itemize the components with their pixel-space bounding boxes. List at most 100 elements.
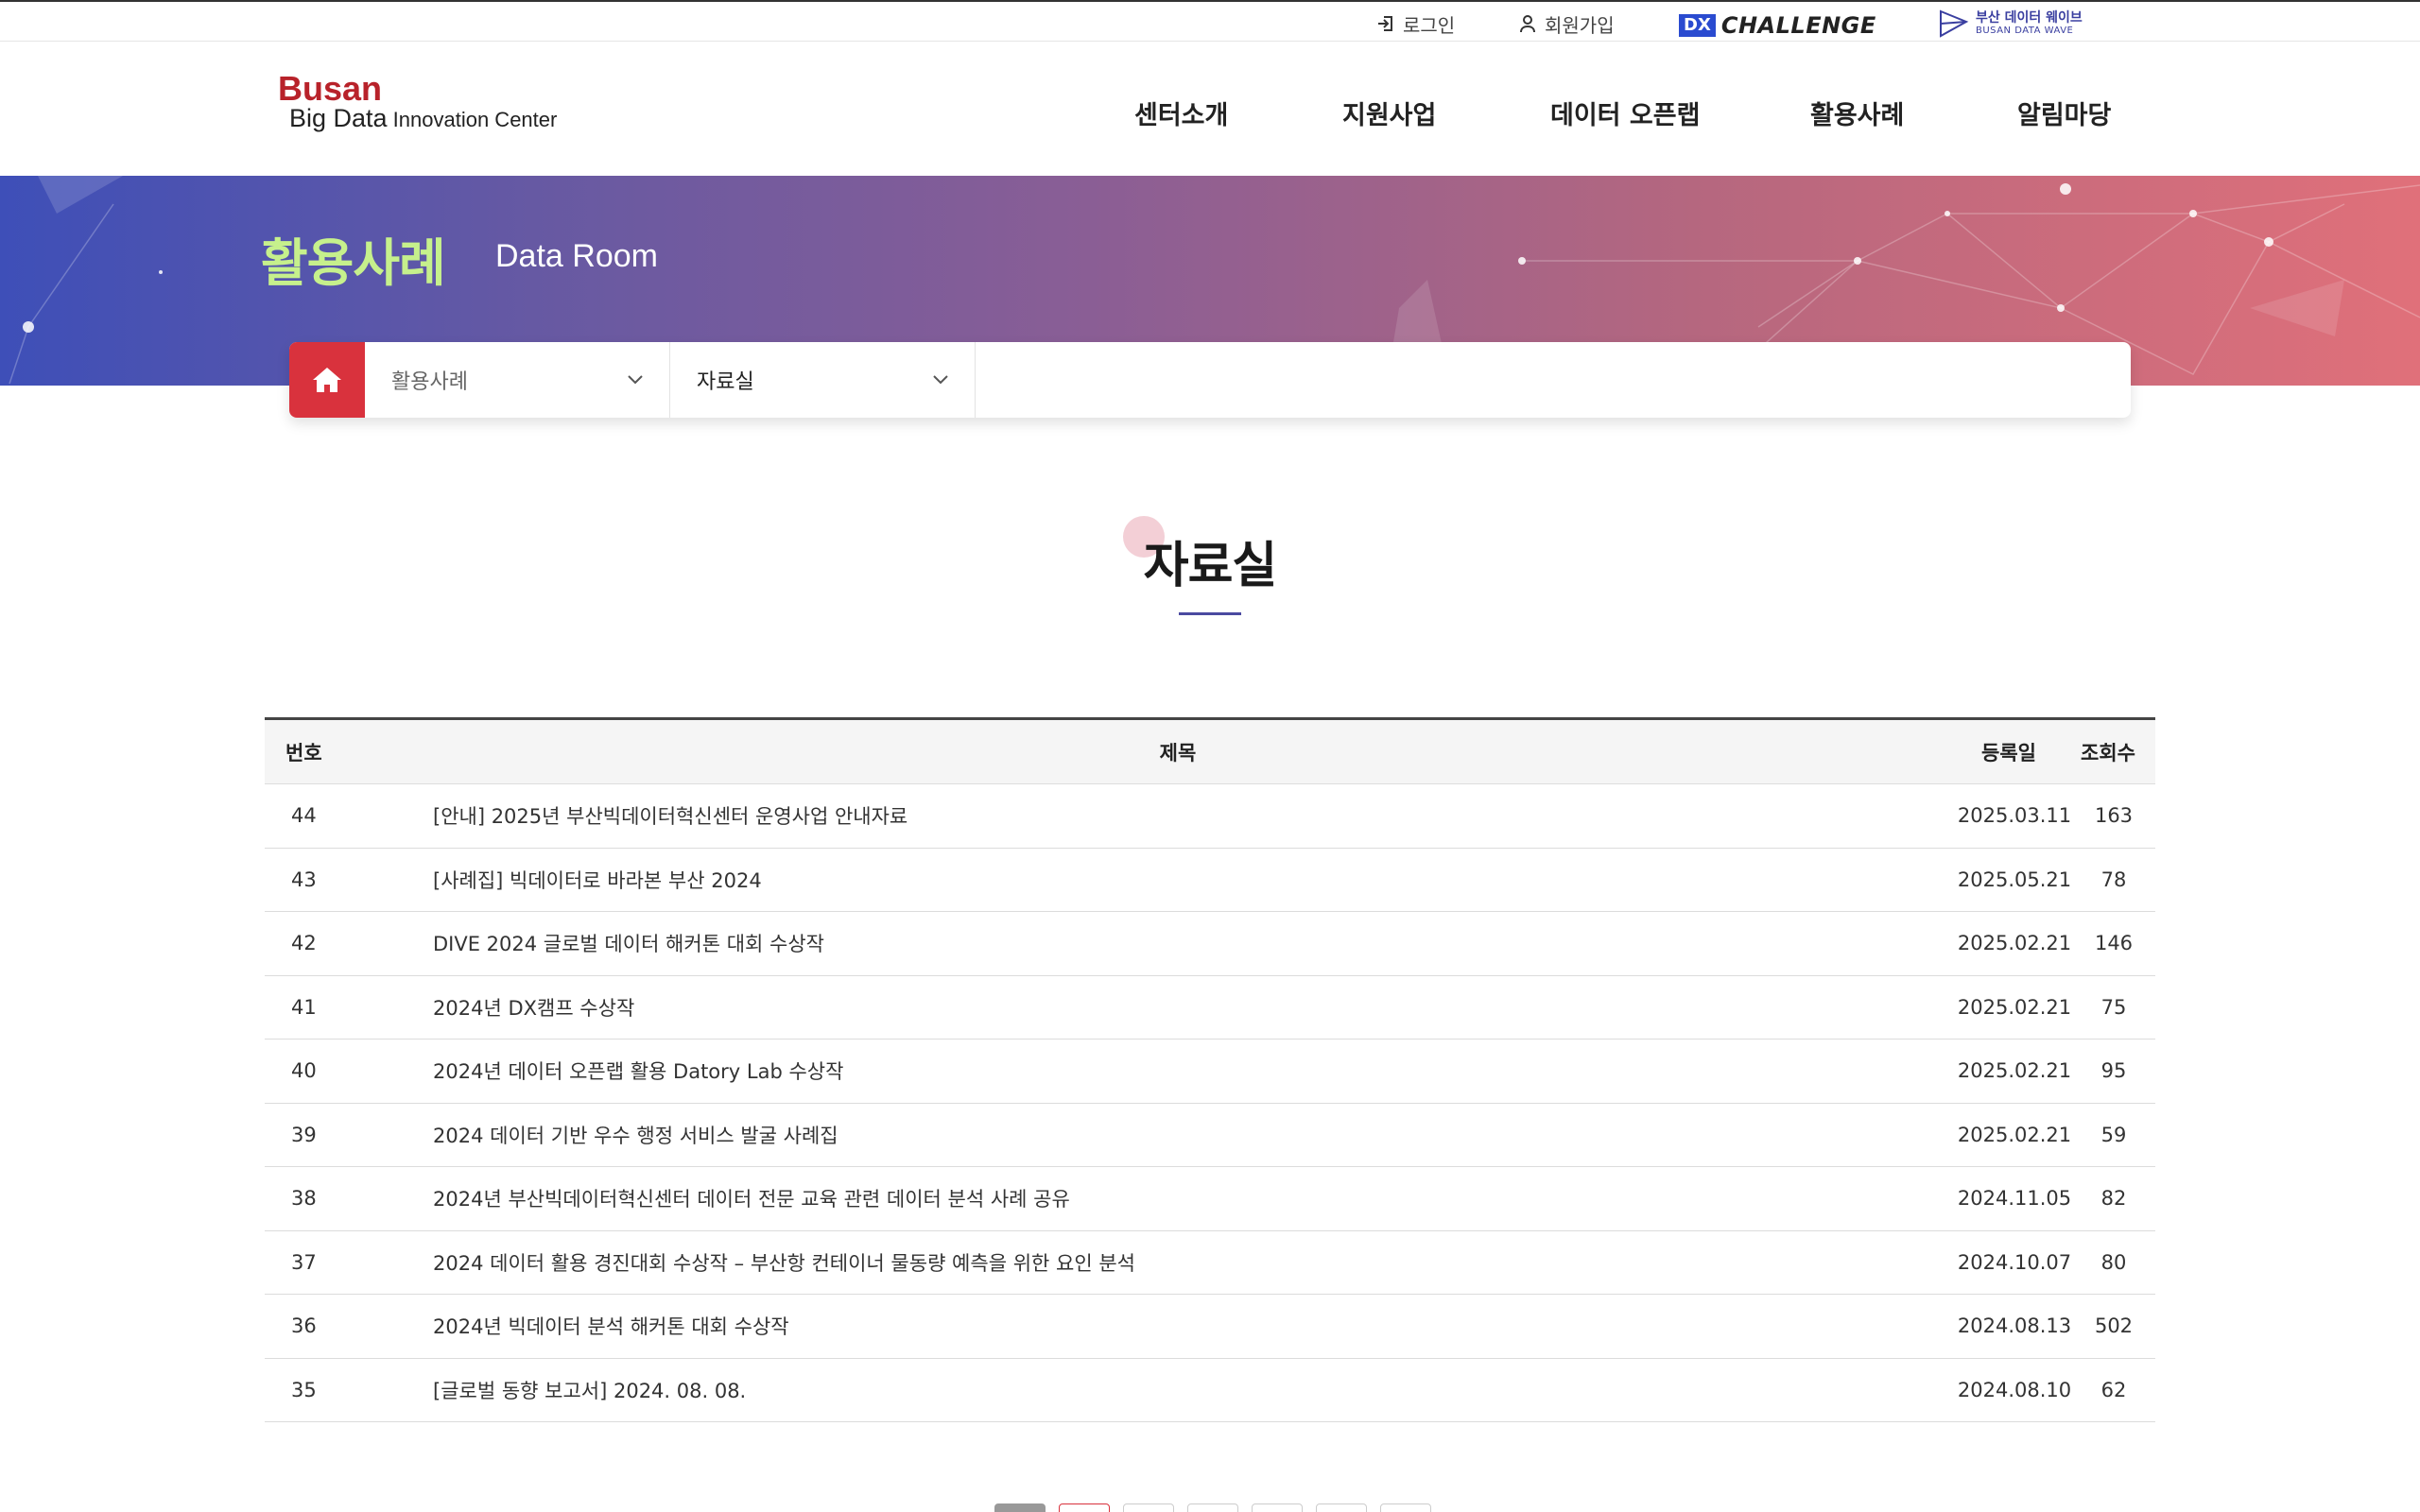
table-row[interactable]: 37 2024 데이터 활용 경진대회 수상작 – 부산항 컨테이너 물동량 예측… (265, 1231, 2155, 1295)
row-title-link[interactable]: [글로벌 동향 보고서] 2024. 08. 08. (399, 1376, 1957, 1404)
row-views: 80 (2100, 1250, 2127, 1274)
login-label: 로그인 (1403, 13, 1456, 37)
row-title-link[interactable]: [사례집] 빅데이터로 바라본 부산 2024 (399, 866, 1957, 894)
logo-big-data: Big Data (289, 104, 388, 132)
row-title-link[interactable]: [안내] 2025년 부산빅데이터혁신센터 운영사업 안내자료 (399, 801, 1957, 830)
top-utility-bar: 로그인 회원가입 DX CHALLENGE 부산 데이터 웨이브 BUSAN D… (0, 0, 2420, 42)
row-views: 502 (2094, 1314, 2134, 1338)
row-views: 82 (2100, 1187, 2127, 1211)
dx-challenge-link[interactable]: DX CHALLENGE (1679, 12, 1876, 39)
page-button[interactable] (1252, 1503, 1303, 1512)
data-wave-korean: 부산 데이터 웨이브 (1976, 10, 2083, 26)
row-date: 2025.03.11 (1957, 804, 2072, 828)
row-date: 2025.02.21 (1957, 1123, 2072, 1146)
table-row[interactable]: 35 [글로벌 동향 보고서] 2024. 08. 08. 2024.08.10 62 (265, 1359, 2155, 1422)
site-logo[interactable]: Busan Big Data Innovation Center (278, 72, 557, 132)
table-row[interactable]: 43 [사례집] 빅데이터로 바라본 부산 2024 2025.05.21 78 (265, 849, 2155, 912)
row-num: 40 (291, 1059, 317, 1083)
table-header: 번호 제목 등록일 조회수 (265, 720, 2155, 784)
row-num: 39 (291, 1123, 317, 1146)
table-row[interactable]: 39 2024 데이터 기반 우수 행정 서비스 발굴 사례집 2025.02.21… (265, 1104, 2155, 1167)
table-row[interactable]: 41 2024년 DX캠프 수상작 2025.02.21 75 (265, 976, 2155, 1040)
site-header: Busan Big Data Innovation Center 센터소개 지원… (0, 42, 2420, 176)
join-label: 회원가입 (1545, 13, 1615, 37)
login-link[interactable]: 로그인 (1376, 11, 1456, 37)
row-views: 62 (2100, 1378, 2127, 1401)
logo-busan: Busan (278, 69, 383, 108)
row-views: 75 (2100, 995, 2127, 1019)
page-button[interactable] (1123, 1503, 1174, 1512)
table-row[interactable]: 42 DIVE 2024 글로벌 데이터 해커톤 대회 수상작 2025.02.21… (265, 912, 2155, 976)
page-button[interactable] (1380, 1503, 1431, 1512)
login-icon (1378, 16, 1392, 31)
header-views: 조회수 (2081, 741, 2135, 765)
row-views: 78 (2100, 868, 2127, 891)
row-num: 38 (291, 1187, 317, 1211)
table-row[interactable]: 38 2024년 부산빅데이터혁신센터 데이터 전문 교육 관련 데이터 분석 사… (265, 1167, 2155, 1231)
header-title: 제목 (1159, 741, 1197, 765)
busan-data-wave-link[interactable]: 부산 데이터 웨이브 BUSAN DATA WAVE (1938, 9, 2083, 39)
row-views: 163 (2094, 804, 2134, 828)
home-icon (313, 368, 341, 392)
page-title: 자료실 (1143, 538, 1278, 594)
join-link[interactable]: 회원가입 (1518, 11, 1615, 37)
user-icon (1520, 15, 1535, 33)
row-views: 59 (2100, 1123, 2127, 1146)
page-first-button[interactable] (994, 1503, 1046, 1512)
row-num: 41 (291, 995, 317, 1019)
data-wave-english: BUSAN DATA WAVE (1976, 26, 2074, 36)
page-prev-button[interactable] (1059, 1503, 1110, 1512)
board-table: 번호 제목 등록일 조회수 44 [안내] 2025년 부산빅데이터혁신센터 운영… (265, 717, 2155, 1422)
row-date: 2024.10.07 (1957, 1250, 2072, 1274)
depth1-select[interactable]: 활용사례 (365, 342, 670, 418)
table-row[interactable]: 36 2024년 빅데이터 분석 해커톤 대회 수상작 2024.08.13 502 (265, 1295, 2155, 1359)
logo-subtitle: Big Data Innovation Center (278, 106, 557, 132)
row-num: 35 (291, 1378, 317, 1401)
table-body: 44 [안내] 2025년 부산빅데이터혁신센터 운영사업 안내자료 2025.03… (265, 784, 2155, 1422)
nav-data-openlab[interactable]: 데이터 오픈랩 (1550, 94, 1700, 131)
table-row[interactable]: 40 2024년 데이터 오픈랩 활용 Datory Lab 수상작 2025.02… (265, 1040, 2155, 1104)
row-date: 2025.05.21 (1957, 868, 2072, 891)
row-date: 2025.02.21 (1957, 995, 2072, 1019)
depth2-select[interactable]: 자료실 (670, 342, 976, 418)
nav-center-intro[interactable]: 센터소개 (1134, 94, 1228, 131)
row-num: 42 (291, 932, 317, 955)
chevron-down-icon (628, 375, 643, 385)
header-num: 번호 (285, 741, 322, 765)
row-date: 2025.02.21 (1957, 1059, 2072, 1083)
row-date: 2024.11.05 (1957, 1187, 2072, 1211)
row-title-link[interactable]: 2024년 DX캠프 수상작 (399, 993, 1957, 1022)
row-title-link[interactable]: 2024년 빅데이터 분석 해커톤 대회 수상작 (399, 1312, 1957, 1340)
row-views: 95 (2100, 1059, 2127, 1083)
banner-title: 활용사례 (261, 233, 446, 293)
row-views: 146 (2094, 932, 2134, 955)
row-title-link[interactable]: 2024년 부산빅데이터혁신센터 데이터 전문 교육 관련 데이터 분석 사례 … (399, 1184, 1957, 1212)
title-underline (1179, 612, 1241, 615)
row-title-link[interactable]: 2024 데이터 기반 우수 행정 서비스 발굴 사례집 (399, 1121, 1957, 1149)
nav-use-cases[interactable]: 활용사례 (1810, 94, 1904, 131)
home-button[interactable] (289, 342, 365, 418)
row-num: 36 (291, 1314, 317, 1338)
row-title-link[interactable]: 2024년 데이터 오픈랩 활용 Datory Lab 수상작 (399, 1057, 1957, 1085)
header-date: 등록일 (1981, 741, 2036, 765)
row-num: 43 (291, 868, 317, 891)
row-date: 2025.02.21 (1957, 932, 2072, 955)
data-wave-logo-icon (1940, 9, 1969, 38)
pagination (994, 1503, 1431, 1512)
banner-subtitle: Data Room (495, 238, 658, 274)
logo-innovation-center: Innovation Center (387, 108, 558, 131)
nav-support-program[interactable]: 지원사업 (1342, 94, 1436, 131)
row-num: 37 (291, 1250, 317, 1274)
row-title-link[interactable]: DIVE 2024 글로벌 데이터 해커톤 대회 수상작 (399, 929, 1957, 957)
location-bar: 활용사례 자료실 (289, 342, 2131, 418)
nav-notice[interactable]: 알림마당 (2017, 94, 2111, 131)
row-title-link[interactable]: 2024 데이터 활용 경진대회 수상작 – 부산항 컨테이너 물동량 예측을 … (399, 1248, 1957, 1277)
dx-badge: DX (1679, 14, 1716, 37)
page-button[interactable] (1316, 1503, 1367, 1512)
dx-text: CHALLENGE (1720, 12, 1876, 39)
row-num: 44 (291, 804, 317, 828)
table-row[interactable]: 44 [안내] 2025년 부산빅데이터혁신센터 운영사업 안내자료 2025.03… (265, 784, 2155, 849)
depth1-value: 활용사례 (391, 370, 468, 394)
page-button[interactable] (1187, 1503, 1238, 1512)
chevron-down-icon (933, 375, 948, 385)
